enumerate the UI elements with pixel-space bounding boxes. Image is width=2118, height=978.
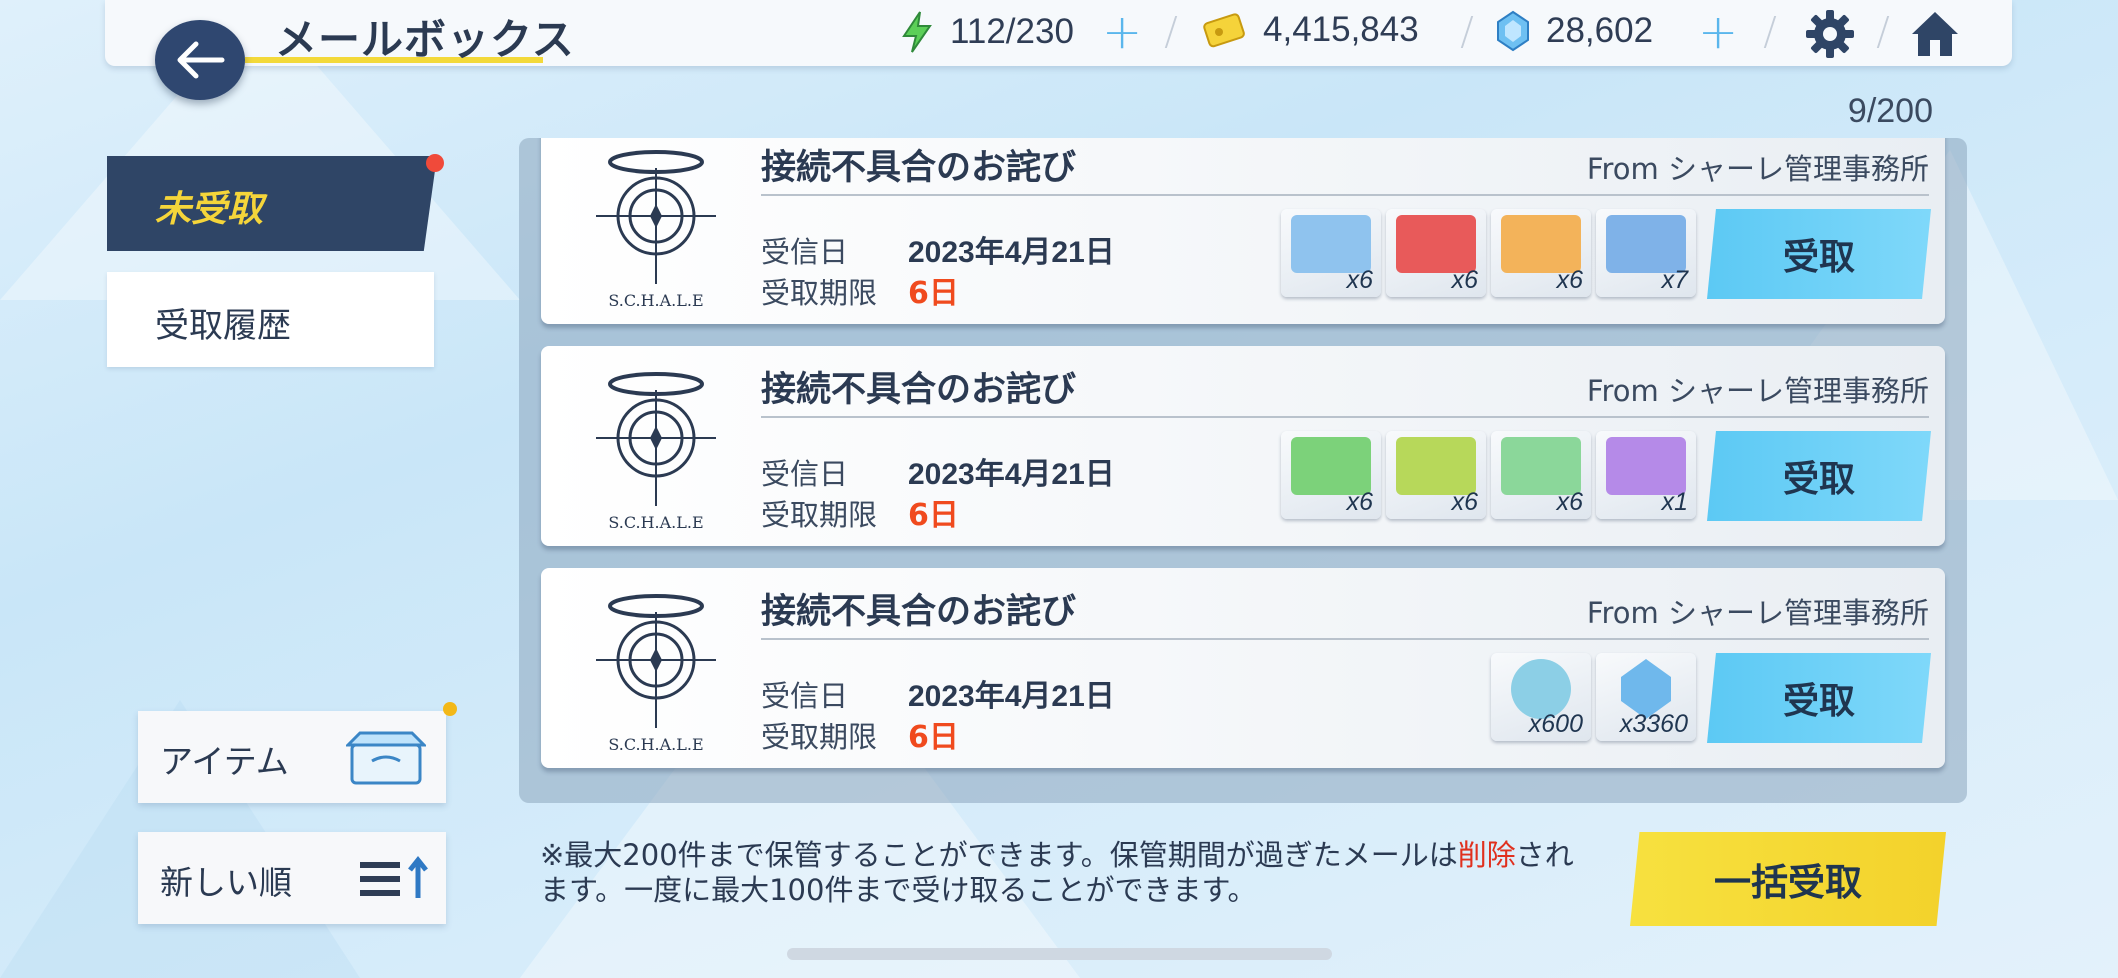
ticket-lime-icon <box>1396 437 1476 495</box>
received-label: 受信日 <box>761 457 849 491</box>
notice-text: ※最大200件まで保管することができます。保管期間が過ぎたメールは <box>540 838 1458 872</box>
deadline-label: 受取期限 <box>761 498 878 532</box>
ap-resource: 112/230 <box>900 10 1074 54</box>
tab-unclaimed[interactable]: 未受取 <box>107 156 437 251</box>
sort-label: 新しい順 <box>160 863 292 902</box>
divider <box>761 194 1929 196</box>
deadline-value: 6日 <box>908 498 959 533</box>
reward-qty: x6 <box>1556 488 1583 516</box>
mail-sender: From シャーレ管理事務所 <box>1586 152 1929 186</box>
deadline-value: 6日 <box>908 720 959 755</box>
reward-item[interactable]: x600 <box>1491 653 1591 741</box>
reward-qty: x1 <box>1661 488 1688 516</box>
mail-counter: 9/200 <box>1847 92 1933 130</box>
ticket-blue2-icon <box>1606 215 1686 273</box>
reward-qty: x7 <box>1661 266 1688 294</box>
tab-unclaimed-label: 未受取 <box>155 189 264 230</box>
reward-qty: x6 <box>1451 266 1478 294</box>
ap-add-button[interactable]: + <box>1102 8 1142 56</box>
svg-text:S.C.H.A.L.E: S.C.H.A.L.E <box>608 513 703 532</box>
storage-notice: ※最大200件まで保管することができます。保管期間が過ぎたメールは削除されます。… <box>540 838 1590 908</box>
mail-item[interactable]: S.C.H.A.L.E 接続不具合のお詫び From シャーレ管理事務所 受信日… <box>541 346 1945 546</box>
ticket-purple-icon <box>1606 437 1686 495</box>
mail-subject: 接続不具合のお詫び <box>761 370 1077 410</box>
claim-button[interactable]: 受取 <box>1707 653 1931 743</box>
item-box-icon <box>346 731 426 785</box>
received-date: 2023年4月21日 <box>908 236 1115 269</box>
mail-item[interactable]: S.C.H.A.L.E 接続不具合のお詫び From シャーレ管理事務所 受信日… <box>541 138 1945 324</box>
tab-history[interactable]: 受取履歴 <box>107 272 434 367</box>
divider <box>761 638 1929 640</box>
gear-icon[interactable] <box>1804 8 1856 60</box>
mail-sender: From シャーレ管理事務所 <box>1586 374 1929 408</box>
gems-add-button[interactable]: + <box>1698 8 1738 56</box>
reward-item[interactable]: x6 <box>1386 209 1486 297</box>
reward-qty: x6 <box>1346 488 1373 516</box>
received-label: 受信日 <box>761 679 849 713</box>
reward-item[interactable]: x3360 <box>1596 653 1696 741</box>
gems-resource: 28,602 <box>1496 10 1653 52</box>
tab-history-label: 受取履歴 <box>155 306 291 346</box>
reward-qty: x6 <box>1346 266 1373 294</box>
divider <box>761 416 1929 418</box>
ticket-blue-icon <box>1291 215 1371 273</box>
ap-value: 112/230 <box>950 12 1074 51</box>
reward-qty: x6 <box>1451 488 1478 516</box>
items-button[interactable]: アイテム <box>138 711 446 803</box>
notification-dot <box>443 702 457 716</box>
schale-logo-icon: S.C.H.A.L.E <box>596 594 716 754</box>
claim-button[interactable]: 受取 <box>1707 431 1931 521</box>
notification-dot <box>426 154 444 172</box>
items-label: アイテム <box>160 742 289 781</box>
arrow-left-icon <box>177 41 225 79</box>
back-button[interactable] <box>155 20 245 100</box>
mail-subject: 接続不具合のお詫び <box>761 148 1077 188</box>
reward-item[interactable]: x7 <box>1596 209 1696 297</box>
received-date: 2023年4月21日 <box>908 458 1115 491</box>
credits-value: 4,415,843 <box>1263 10 1419 49</box>
reward-qty: x6 <box>1556 266 1583 294</box>
deadline-label: 受取期限 <box>761 720 878 754</box>
reward-item[interactable]: x1 <box>1596 431 1696 519</box>
mail-item[interactable]: S.C.H.A.L.E 接続不具合のお詫び From シャーレ管理事務所 受信日… <box>541 568 1945 768</box>
notice-delete-word: 削除 <box>1457 838 1516 872</box>
reward-item[interactable]: x6 <box>1491 209 1591 297</box>
schale-logo-icon: S.C.H.A.L.E <box>596 150 716 310</box>
received-date: 2023年4月21日 <box>908 680 1115 713</box>
credits-resource: 4,415,843 <box>1203 10 1419 50</box>
deadline-value: 6日 <box>908 276 959 311</box>
mail-sender: From シャーレ管理事務所 <box>1586 596 1929 630</box>
svg-text:S.C.H.A.L.E: S.C.H.A.L.E <box>608 291 703 310</box>
gems-value: 28,602 <box>1546 11 1654 50</box>
reward-item[interactable]: x6 <box>1491 431 1591 519</box>
received-label: 受信日 <box>761 235 849 269</box>
ticket-red-icon <box>1396 215 1476 273</box>
reward-item[interactable]: x6 <box>1281 209 1381 297</box>
claim-button[interactable]: 受取 <box>1707 209 1931 299</box>
schale-logo-icon: S.C.H.A.L.E <box>596 372 716 532</box>
sort-ascending-icon <box>360 855 428 898</box>
credit-card-icon <box>1203 13 1245 48</box>
mail-subject: 接続不具合のお詫び <box>761 592 1077 632</box>
reward-item[interactable]: x6 <box>1386 431 1486 519</box>
lightning-icon <box>902 11 932 53</box>
ticket-mint-icon <box>1501 437 1581 495</box>
ticket-green-icon <box>1291 437 1371 495</box>
mail-list[interactable]: S.C.H.A.L.E 接続不具合のお詫び From シャーレ管理事務所 受信日… <box>519 138 1967 803</box>
home-icon[interactable] <box>1908 8 1962 60</box>
ticket-orange-icon <box>1501 215 1581 273</box>
reward-item[interactable]: x6 <box>1281 431 1381 519</box>
gem-icon <box>1497 10 1529 52</box>
page-title: メールボックス <box>275 15 575 64</box>
reward-qty: x3360 <box>1619 710 1688 738</box>
home-indicator <box>787 948 1332 960</box>
sort-button[interactable]: 新しい順 <box>138 832 446 924</box>
svg-text:S.C.H.A.L.E: S.C.H.A.L.E <box>608 735 703 754</box>
bulk-claim-button[interactable]: 一括受取 <box>1630 832 1946 926</box>
reward-qty: x600 <box>1528 710 1583 738</box>
deadline-label: 受取期限 <box>761 276 878 310</box>
